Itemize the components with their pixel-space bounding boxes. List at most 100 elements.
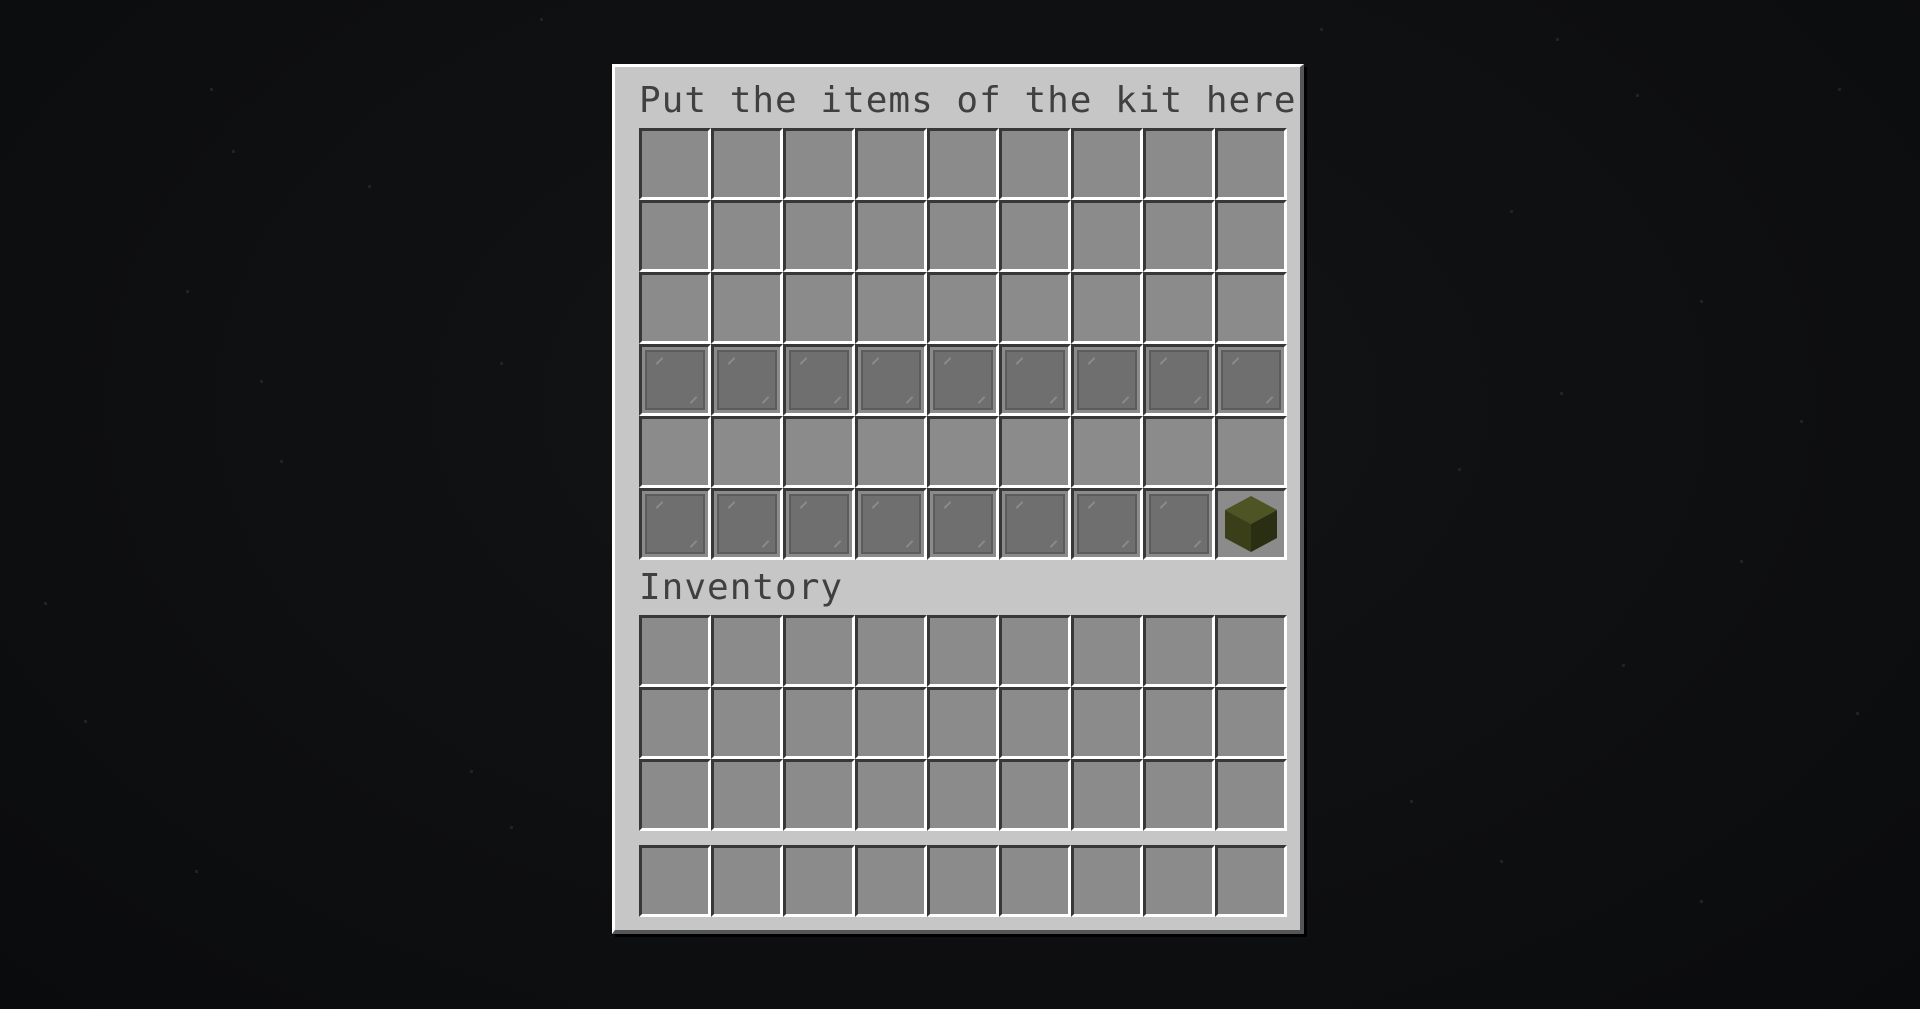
kit-slot[interactable]: [1143, 200, 1215, 272]
kit-slot[interactable]: [783, 488, 855, 560]
inventory-slot[interactable]: [999, 759, 1071, 831]
inventory-slot[interactable]: [1071, 615, 1143, 687]
kit-slot[interactable]: [711, 344, 783, 416]
kit-slot[interactable]: [711, 272, 783, 344]
kit-slot[interactable]: [1215, 128, 1287, 200]
background-speck: [1856, 712, 1859, 715]
inventory-slot[interactable]: [711, 615, 783, 687]
hotbar-slot[interactable]: [783, 845, 855, 917]
kit-slot[interactable]: [1215, 416, 1287, 488]
background-speck: [1320, 28, 1323, 31]
kit-slot[interactable]: [639, 488, 711, 560]
kit-slot[interactable]: [1143, 272, 1215, 344]
kit-slot[interactable]: [711, 128, 783, 200]
kit-slot[interactable]: [783, 200, 855, 272]
kit-slot[interactable]: [927, 128, 999, 200]
kit-slot[interactable]: [1215, 272, 1287, 344]
kit-slot[interactable]: [855, 488, 927, 560]
kit-slot[interactable]: [927, 344, 999, 416]
inventory-slot[interactable]: [927, 615, 999, 687]
kit-slot[interactable]: [927, 200, 999, 272]
inventory-slot[interactable]: [783, 615, 855, 687]
kit-slot[interactable]: [999, 416, 1071, 488]
kit-slot[interactable]: [639, 272, 711, 344]
kit-slot[interactable]: [999, 272, 1071, 344]
background-speck: [186, 290, 189, 293]
inventory-slot[interactable]: [999, 615, 1071, 687]
gray-glass-pane-icon: [861, 350, 921, 410]
inventory-slot[interactable]: [999, 687, 1071, 759]
kit-slot[interactable]: [1215, 344, 1287, 416]
hotbar-slot[interactable]: [855, 845, 927, 917]
kit-slot[interactable]: [855, 128, 927, 200]
inventory-slot[interactable]: [639, 615, 711, 687]
kit-slot[interactable]: [855, 416, 927, 488]
inventory-slot[interactable]: [1143, 615, 1215, 687]
gray-glass-pane-icon: [933, 350, 993, 410]
kit-slot[interactable]: [783, 344, 855, 416]
hotbar-slot[interactable]: [711, 845, 783, 917]
hotbar-slot[interactable]: [1215, 845, 1287, 917]
kit-slot[interactable]: [1143, 416, 1215, 488]
kit-slot[interactable]: [1143, 488, 1215, 560]
kit-slot[interactable]: [1071, 272, 1143, 344]
inventory-slot[interactable]: [783, 759, 855, 831]
inventory-slot[interactable]: [711, 687, 783, 759]
kit-slot[interactable]: [1143, 128, 1215, 200]
inventory-slot[interactable]: [855, 687, 927, 759]
hotbar-slot[interactable]: [927, 845, 999, 917]
kit-slot[interactable]: [639, 416, 711, 488]
inventory-slot[interactable]: [1215, 759, 1287, 831]
hotbar-slot[interactable]: [1071, 845, 1143, 917]
background-speck: [1500, 860, 1503, 863]
inventory-slot[interactable]: [1071, 687, 1143, 759]
inventory-slot[interactable]: [639, 687, 711, 759]
kit-slot[interactable]: [999, 488, 1071, 560]
kit-slot[interactable]: [999, 344, 1071, 416]
kit-slot[interactable]: [711, 488, 783, 560]
kit-slot[interactable]: [783, 416, 855, 488]
inventory-slot[interactable]: [1143, 687, 1215, 759]
kit-slot[interactable]: [1071, 488, 1143, 560]
kit-slot[interactable]: [711, 416, 783, 488]
kit-slot[interactable]: [1215, 200, 1287, 272]
kit-slot[interactable]: [1143, 344, 1215, 416]
inventory-slot[interactable]: [855, 615, 927, 687]
kit-slot[interactable]: [1071, 128, 1143, 200]
kit-slot[interactable]: [783, 128, 855, 200]
inventory-slot[interactable]: [783, 687, 855, 759]
background-speck: [260, 380, 263, 383]
gray-glass-pane-icon: [1149, 350, 1209, 410]
kit-slot[interactable]: [639, 128, 711, 200]
inventory-slot[interactable]: [1215, 687, 1287, 759]
kit-slot[interactable]: [927, 272, 999, 344]
kit-slot[interactable]: [1071, 200, 1143, 272]
kit-slot[interactable]: [1071, 416, 1143, 488]
kit-slot[interactable]: [783, 272, 855, 344]
kit-slot[interactable]: [855, 272, 927, 344]
hotbar-slot[interactable]: [999, 845, 1071, 917]
hotbar-grid: [639, 845, 1287, 917]
kit-slot[interactable]: [999, 128, 1071, 200]
kit-slot[interactable]: [999, 200, 1071, 272]
inventory-slot[interactable]: [1143, 759, 1215, 831]
inventory-slot[interactable]: [927, 759, 999, 831]
kit-slot[interactable]: [927, 488, 999, 560]
inventory-slot[interactable]: [927, 687, 999, 759]
kit-slot[interactable]: [711, 200, 783, 272]
gray-glass-pane-icon: [1005, 350, 1065, 410]
kit-slot[interactable]: [639, 200, 711, 272]
inventory-slot[interactable]: [1071, 759, 1143, 831]
kit-slot[interactable]: [639, 344, 711, 416]
kit-slot[interactable]: [1071, 344, 1143, 416]
inventory-slot[interactable]: [855, 759, 927, 831]
kit-slot[interactable]: [855, 200, 927, 272]
kit-slot[interactable]: [927, 416, 999, 488]
hotbar-slot[interactable]: [639, 845, 711, 917]
inventory-slot[interactable]: [711, 759, 783, 831]
inventory-slot[interactable]: [639, 759, 711, 831]
kit-slot[interactable]: [1215, 488, 1287, 560]
inventory-slot[interactable]: [1215, 615, 1287, 687]
kit-slot[interactable]: [855, 344, 927, 416]
hotbar-slot[interactable]: [1143, 845, 1215, 917]
